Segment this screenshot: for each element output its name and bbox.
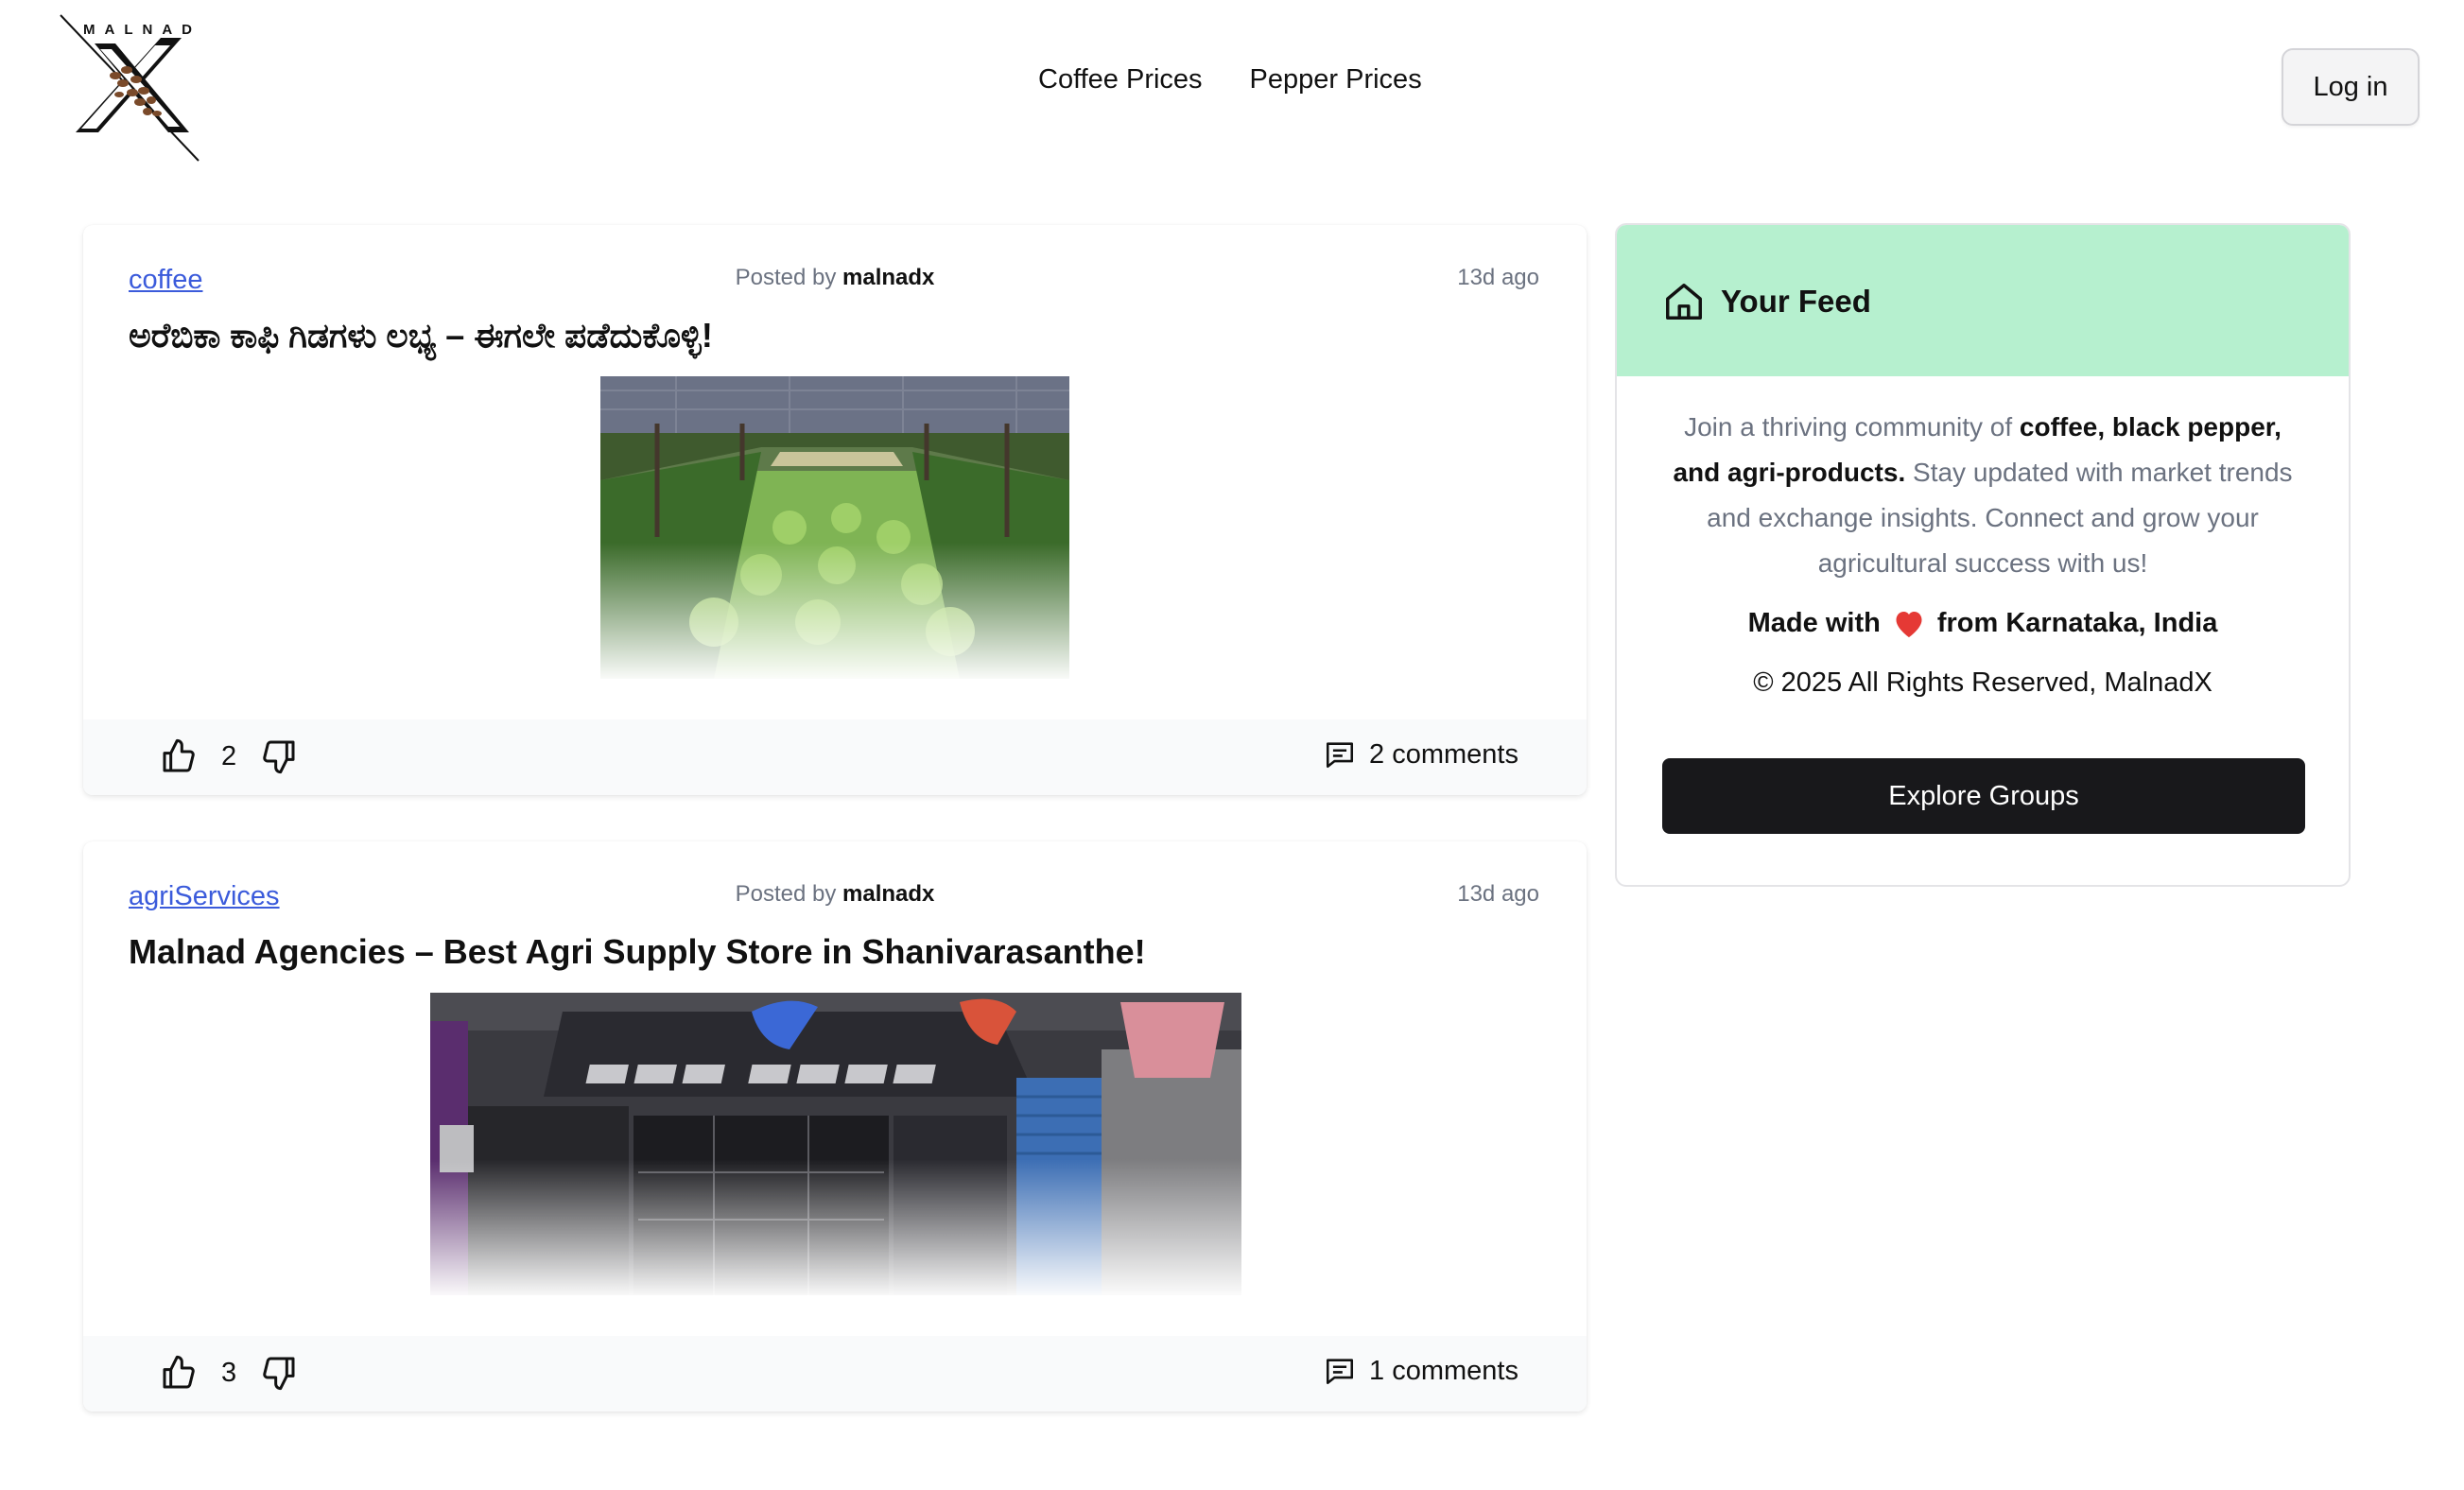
downvote-button[interactable] <box>257 735 301 778</box>
thumbs-down-icon <box>263 740 295 774</box>
upvote-button[interactable] <box>157 1351 200 1395</box>
posted-by-label: Posted by <box>735 265 837 290</box>
main-nav: Coffee Prices Pepper Prices <box>1038 64 1422 95</box>
post-title[interactable]: ಅರೆಬಿಕಾ ಕಾಫಿ ಗಿಡಗಳು ಲಭ್ಯ – ಈಗಲೇ ಪಡೆದುಕೊಳ… <box>129 316 713 356</box>
explore-groups-button[interactable]: Explore Groups <box>1662 758 2305 834</box>
heart-icon <box>1896 612 1922 637</box>
made-with-location: from Karnataka, India <box>1936 607 2218 638</box>
vote-count: 3 <box>221 1357 237 1388</box>
post-image[interactable]: ▬▬▬ ▬▬▬▬ <box>430 993 1241 1295</box>
feed-title: Your Feed <box>1721 284 1871 319</box>
feed-description: Join a thriving community of coffee, bla… <box>1664 405 2301 586</box>
vote-controls: 3 <box>157 1351 301 1395</box>
comments-count: 2 comments <box>1369 738 1518 770</box>
downvote-button[interactable] <box>257 1351 301 1395</box>
post-footer: 3 1 comments <box>83 1336 1587 1412</box>
feed-desc-part-1: Join a thriving community of <box>1684 412 2020 442</box>
image-fade <box>430 1159 1241 1295</box>
thumbs-down-icon <box>263 1357 295 1391</box>
comments-link[interactable]: 1 comments <box>1324 1355 1518 1387</box>
post-title[interactable]: Malnad Agencies – Best Agri Supply Store… <box>129 932 1146 972</box>
image-fade <box>600 543 1069 679</box>
nav-coffee-prices[interactable]: Coffee Prices <box>1038 64 1203 95</box>
author-name[interactable]: malnadx <box>842 265 934 290</box>
post-author: Posted by malnadx <box>83 265 1587 291</box>
nav-pepper-prices[interactable]: Pepper Prices <box>1250 64 1422 95</box>
post-card[interactable]: agriServices Posted by malnadx 13d ago M… <box>83 841 1587 1412</box>
post-card[interactable]: coffee Posted by malnadx 13d ago ಅರೆಬಿಕಾ… <box>83 225 1587 795</box>
top-header: MALNAD Coffee Prices Pepper Prices Log i… <box>0 0 2464 189</box>
copyright: © 2025 All Rights Reserved, MalnadX <box>1753 667 2212 698</box>
post-image[interactable] <box>600 376 1069 679</box>
malnadx-logo-icon: MALNAD <box>60 14 201 162</box>
thumbs-up-icon <box>163 1355 195 1389</box>
svg-text:MALNAD: MALNAD <box>83 22 201 38</box>
posted-by-label: Posted by <box>735 881 837 907</box>
thumbs-up-icon <box>163 738 195 772</box>
post-author: Posted by malnadx <box>83 881 1587 908</box>
made-with-text: Made with <box>1747 607 1881 638</box>
made-with-line: Made with from Karnataka, India <box>1617 607 2349 639</box>
malnadx-logo[interactable]: MALNAD <box>57 9 208 165</box>
comment-icon <box>1327 1359 1354 1385</box>
post-footer: 2 2 comments <box>83 719 1587 795</box>
comments-link[interactable]: 2 comments <box>1324 738 1518 771</box>
vote-count: 2 <box>221 740 237 771</box>
feed-header: Your Feed <box>1617 225 2349 376</box>
author-name[interactable]: malnadx <box>842 881 934 907</box>
home-icon <box>1666 284 1702 320</box>
post-time: 13d ago <box>1457 881 1539 907</box>
upvote-button[interactable] <box>157 735 200 778</box>
post-time: 13d ago <box>1457 265 1539 290</box>
login-button[interactable]: Log in <box>2282 48 2420 126</box>
your-feed-panel: Your Feed Join a thriving community of c… <box>1615 223 2351 887</box>
comments-count: 1 comments <box>1369 1355 1518 1386</box>
vote-controls: 2 <box>157 735 301 778</box>
store-sign-art: ▬▬▬ ▬▬▬▬ <box>578 1040 946 1100</box>
comment-icon <box>1327 742 1354 769</box>
